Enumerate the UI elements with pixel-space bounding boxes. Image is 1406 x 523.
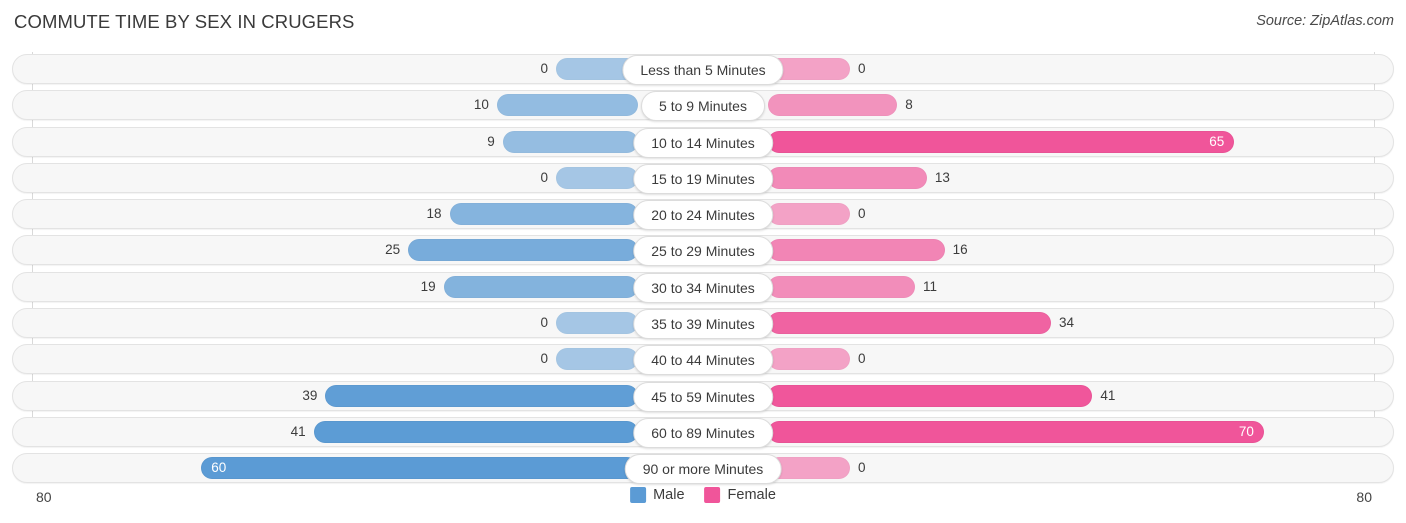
chart-plot-area: 0 0 Less than 5 Minutes 10 8 5 to 9 Minutes 9 6… [0, 44, 1406, 485]
bar-male[interactable] [556, 312, 638, 335]
bar-row: 19 11 30 to 34 Minutes [0, 270, 1406, 306]
bar-value-female: 0 [858, 351, 866, 367]
bar-value-male: 25 [385, 242, 401, 258]
bar-male[interactable] [449, 203, 638, 226]
legend-swatch-male-icon [630, 487, 647, 503]
page-title: COMMUTE TIME BY SEX IN CRUGERS [14, 11, 355, 32]
bar-male[interactable] [556, 348, 638, 371]
bar-value-male: 41 [290, 423, 306, 439]
bar-row: 18 0 20 to 24 Minutes [0, 197, 1406, 233]
bar-value-female: 11 [923, 278, 938, 294]
bar-value-female: 0 [858, 460, 866, 476]
bar-female[interactable] [768, 166, 927, 189]
bar-row: 0 0 Less than 5 Minutes [0, 52, 1406, 88]
bar-value-male: 0 [540, 169, 548, 185]
category-label: 90 or more Minutes [624, 454, 782, 485]
bar-value-male: 19 [420, 278, 436, 294]
legend-swatch-female-icon [704, 487, 721, 503]
source-attribution: Source: ZipAtlas.com [1256, 13, 1394, 29]
bar-female[interactable] [768, 203, 850, 226]
bar-value-female: 0 [858, 61, 866, 76]
bar-value-female: 65 [1209, 133, 1225, 149]
bar-value-female: 70 [1238, 423, 1254, 439]
axis-label-right-max: 80 [1356, 489, 1372, 505]
bar-female[interactable] [768, 94, 898, 117]
bar-female[interactable] [768, 275, 916, 298]
bar-male[interactable] [502, 130, 638, 153]
bar-female[interactable]: 65 [768, 130, 1235, 153]
legend-item-female[interactable]: Female [704, 487, 776, 503]
bar-female[interactable] [768, 348, 850, 371]
bar-value-male: 0 [540, 61, 548, 76]
bar-female[interactable] [768, 239, 945, 262]
legend-label-male: Male [653, 487, 685, 503]
bar-row: 0 13 15 to 19 Minutes [0, 161, 1406, 197]
bar-male[interactable] [408, 239, 638, 262]
category-label: 60 to 89 Minutes [633, 417, 773, 448]
bar-value-female: 8 [905, 97, 913, 113]
bar-value-male: 0 [540, 351, 548, 367]
bar-value-female: 0 [858, 206, 866, 222]
bar-male[interactable] [313, 420, 638, 443]
category-label: 5 to 9 Minutes [641, 91, 765, 122]
bar-value-female: 16 [952, 242, 968, 258]
bar-value-female: 41 [1100, 387, 1116, 403]
category-label: 35 to 39 Minutes [633, 309, 773, 340]
bar-value-male: 18 [426, 206, 442, 222]
legend-item-male[interactable]: Male [630, 487, 685, 503]
bar-value-male: 0 [540, 315, 548, 331]
bar-female[interactable]: 70 [768, 420, 1264, 443]
bar-male[interactable] [443, 275, 638, 298]
bar-female[interactable] [768, 384, 1093, 407]
bar-row: 0 34 35 to 39 Minutes [0, 306, 1406, 342]
bar-male[interactable]: 60 [201, 457, 638, 480]
bar-female[interactable] [768, 312, 1052, 335]
category-label: 25 to 29 Minutes [633, 236, 773, 267]
bar-row: 9 65 10 to 14 Minutes [0, 125, 1406, 161]
bar-value-female: 34 [1059, 315, 1075, 331]
category-label: 30 to 34 Minutes [633, 272, 773, 303]
bar-value-male: 60 [211, 460, 227, 476]
bar-row: 0 0 40 to 44 Minutes [0, 342, 1406, 378]
axis-label-left-max: 80 [36, 489, 52, 505]
bar-value-male: 10 [473, 97, 489, 113]
category-label: 45 to 59 Minutes [633, 381, 773, 412]
legend-label-female: Female [727, 487, 776, 503]
bar-value-male: 39 [302, 387, 318, 403]
bar-row: 10 8 5 to 9 Minutes [0, 88, 1406, 124]
category-label: 40 to 44 Minutes [633, 345, 773, 376]
bar-male[interactable] [556, 166, 638, 189]
bar-row: 41 70 60 to 89 Minutes [0, 415, 1406, 451]
chart-header: COMMUTE TIME BY SEX IN CRUGERS Source: Z… [0, 0, 1406, 44]
bar-male[interactable] [325, 384, 638, 407]
category-label: 15 to 19 Minutes [633, 163, 773, 194]
bar-value-female: 13 [934, 169, 950, 185]
chart-legend: Male Female [630, 487, 776, 503]
bar-rows-container: 0 0 Less than 5 Minutes 10 8 5 to 9 Minutes 9 6… [0, 52, 1406, 488]
category-label: Less than 5 Minutes [622, 55, 784, 85]
bar-value-male: 9 [487, 133, 495, 149]
bar-male[interactable] [496, 94, 638, 117]
chart-footer: 80 80 Male Female [0, 485, 1406, 523]
category-label: 20 to 24 Minutes [633, 200, 773, 231]
category-label: 10 to 14 Minutes [633, 127, 773, 158]
bar-row: 25 16 25 to 29 Minutes [0, 233, 1406, 269]
bar-row: 39 41 45 to 59 Minutes [0, 379, 1406, 415]
bar-row: 60 0 90 or more Minutes [0, 451, 1406, 487]
